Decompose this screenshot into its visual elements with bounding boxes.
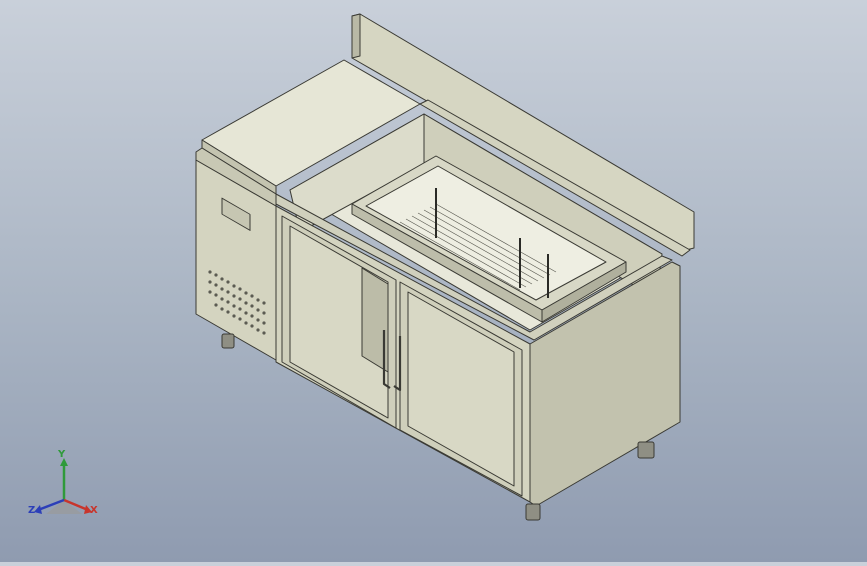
- backsplash-edge: [351, 13, 361, 59]
- refrigerated-counter-model[interactable]: [0, 0, 867, 562]
- cad-viewport[interactable]: [0, 0, 867, 562]
- axis-x-label: X: [90, 505, 98, 516]
- axis-y-label: Y: [58, 449, 66, 460]
- axis-z-label: Z: [28, 505, 36, 516]
- orientation-triad[interactable]: Y X Z: [22, 448, 106, 526]
